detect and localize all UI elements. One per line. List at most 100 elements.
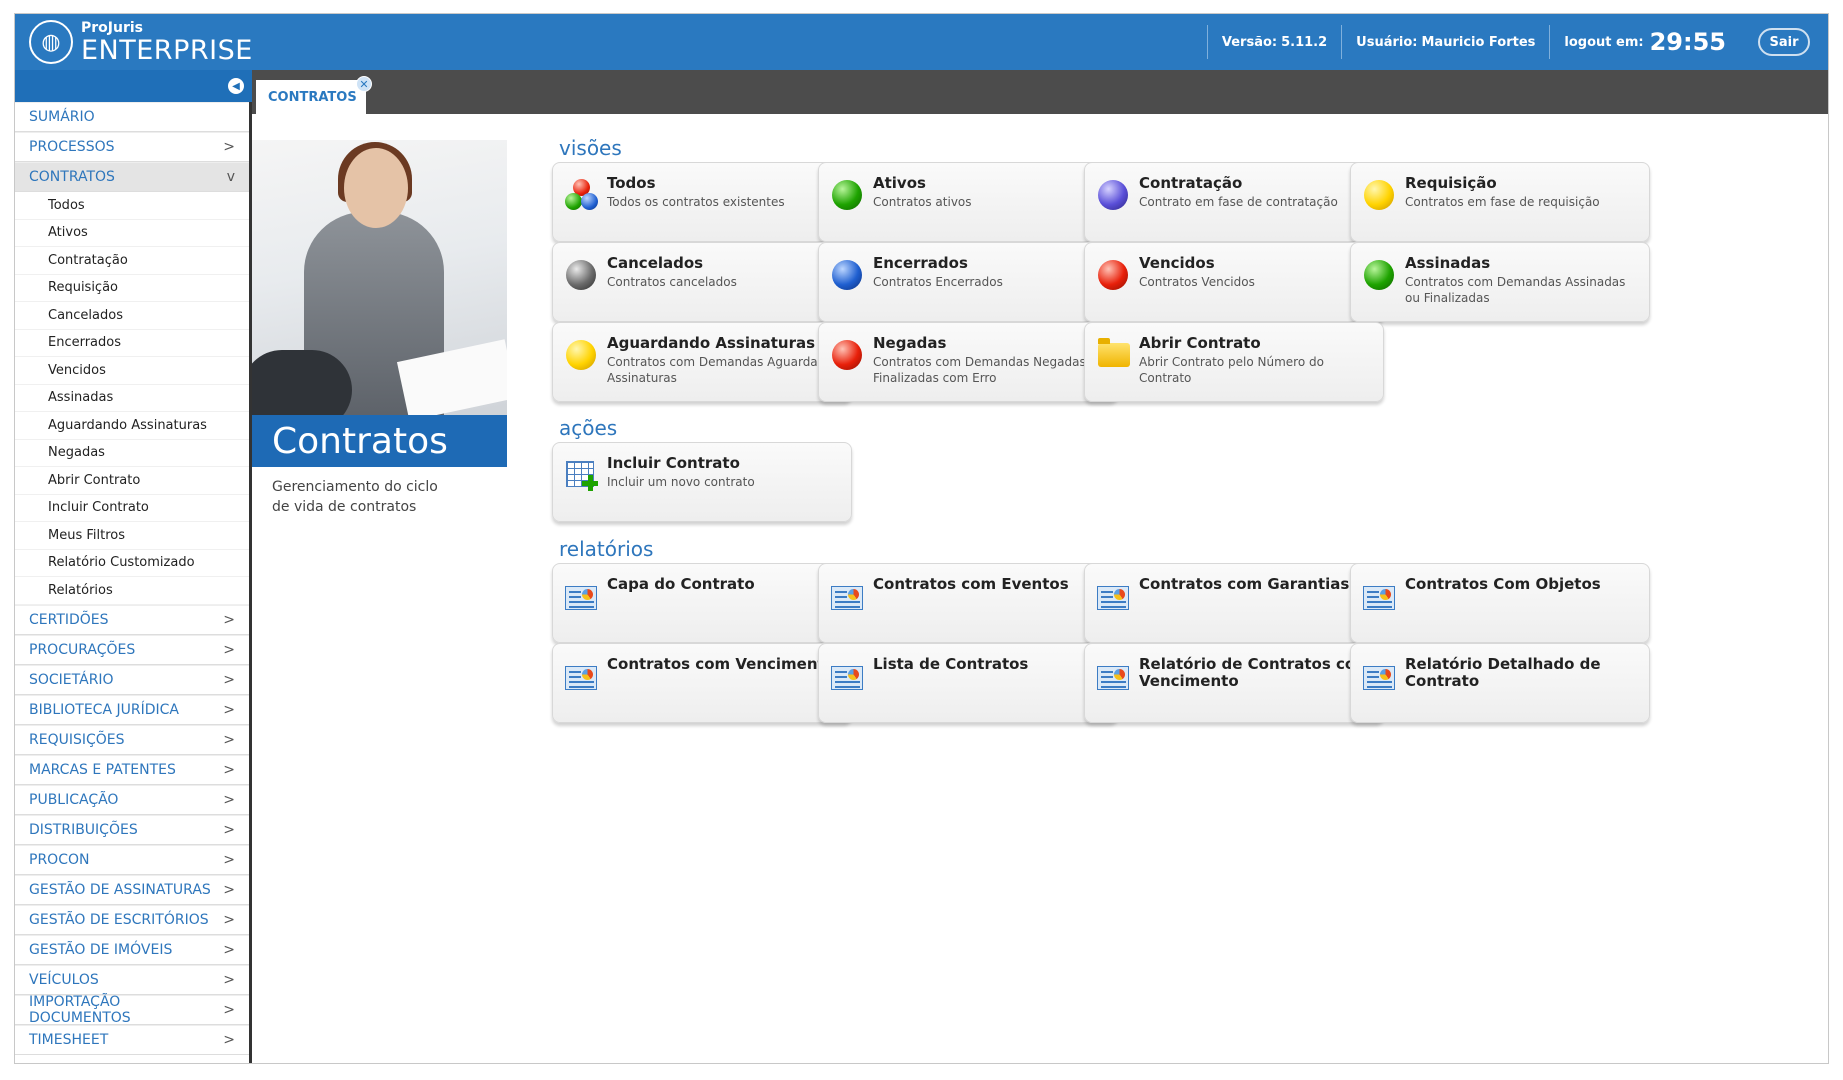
sidebar-section-label: DISTRIBUIÇÕES [29,821,138,838]
logo[interactable]: ◍ ProJuris ENTERPRISE [29,18,253,66]
card-title: Contratos com Eventos [873,575,1069,593]
sidebar-subitem[interactable]: Relatórios [15,577,249,605]
relatorios-card[interactable]: Lista de Contratos [818,643,1118,723]
sidebar-menu[interactable]: SUMÁRIO PROCESSOS > CONTRATOS v Todos Ativos Co… [15,102,252,1063]
relatorios-card[interactable]: Contratos com Garantias [1084,563,1384,643]
chevron-down-icon: v [226,169,235,185]
app-window: ◍ ProJuris ENTERPRISE Versão: 5.11.2 Usuá… [14,13,1829,1064]
visoes-card[interactable]: Negadas Contratos com Demandas Negadas ou… [818,322,1118,402]
sidebar-section-contratos[interactable]: CONTRATOS v [15,162,249,192]
sidebar-subitem[interactable]: Meus Filtros [15,522,249,550]
sidebar-section[interactable]: GESTÃO DE ESCRITÓRIOS > [15,904,249,935]
globe-logo-icon: ◍ [29,20,73,64]
blue-ball-icon [831,259,863,291]
sidebar-subitem[interactable]: Ativos [15,220,249,247]
visoes-card[interactable]: Cancelados Contratos cancelados [552,242,852,322]
sidebar-subitem[interactable]: Negadas [15,440,249,467]
sidebar-section[interactable]: GESTÃO DE ASSINATURAS > [15,874,249,905]
relatorios-card[interactable]: Relatório Detalhado de Contrato [1350,643,1650,723]
relatorios-card[interactable]: Contratos com Eventos [818,563,1118,643]
purple-ball-icon [1097,179,1129,211]
sidebar-section-label: CONTRATOS [29,169,115,185]
sidebar-section[interactable]: MARCAS E PATENTES > [15,754,249,785]
acoes-card[interactable]: Incluir Contrato Incluir um novo contrato [552,442,852,522]
sidebar-subitem[interactable]: Encerrados [15,330,249,357]
visoes-card[interactable]: Todos Todos os contratos existentes [552,162,852,242]
sidebar-section-label: REQUISIÇÕES [29,731,125,748]
visoes-card[interactable]: Encerrados Contratos Encerrados [818,242,1118,322]
card-description: Abrir Contrato pelo Número do Contrato [1139,355,1324,385]
chevron-right-icon: > [223,911,235,928]
card-description: Contratos com Demandas Aguardando Assina… [607,355,841,385]
sidebar-subitem[interactable]: Abrir Contrato [15,467,249,495]
yellow-ball-icon [1363,179,1395,211]
card-title: Contratos com Garantias [1139,575,1350,593]
sidebar-section[interactable]: CERTIDÕES > [15,604,249,635]
sidebar-subitem[interactable]: Vencidos [15,357,249,385]
visoes-card[interactable]: Vencidos Contratos Vencidos [1084,242,1384,322]
report-icon [831,660,863,692]
visoes-card[interactable]: Assinadas Contratos com Demandas Assinada… [1350,242,1650,322]
card-title: Contratos com Vencimento [607,655,835,673]
sidebar-subitem[interactable]: Cancelados [15,302,249,330]
sidebar-section[interactable]: GESTÃO DE IMÓVEIS > [15,934,249,965]
header-info: Versão: 5.11.2 Usuário: Mauricio Fortes lo… [1193,14,1828,70]
chevron-right-icon: > [223,941,235,958]
visoes-card[interactable]: Abrir Contrato Abrir Contrato pelo Número… [1084,322,1384,402]
sidebar-section[interactable]: BIBLIOTECA JURÍDICA > [15,694,249,725]
card-title: Contratação [1139,174,1243,192]
exit-button[interactable]: Sair [1758,28,1810,56]
sidebar-section-label: GESTÃO DE ASSINATURAS [29,881,211,898]
sidebar-section[interactable]: DISTRIBUIÇÕES > [15,814,249,845]
report-icon [565,660,597,692]
sidebar-section[interactable]: IMPORTAÇÃO DOCUMENTOS > [15,993,249,1026]
sidebar-subitem[interactable]: Relatório Customizado [15,550,249,577]
sidebar-section[interactable]: SUMÁRIO [15,102,249,132]
card-title: Ativos [873,174,926,192]
sidebar-subitem[interactable]: Aguardando Assinaturas [15,412,249,440]
sidebar-section[interactable]: PUBLICAÇÃO > [15,784,249,815]
card-title: Relatório de Contratos com Vencimento [1139,655,1371,690]
logout-timer: 29:55 [1649,28,1726,56]
sidebar-subitem[interactable]: Requisição [15,275,249,302]
sidebar-section[interactable]: TIMESHEET > [15,1024,249,1055]
card-title: Incluir Contrato [607,454,740,472]
visoes-card[interactable]: Requisição Contratos em fase de requisiçã… [1350,162,1650,242]
multi-color-balls-icon [565,179,598,211]
visoes-card[interactable]: Contratação Contrato em fase de contrataç… [1084,162,1384,242]
sidebar-subitem[interactable]: Incluir Contrato [15,495,249,522]
sidebar-section-label: SUMÁRIO [29,109,95,125]
card-description: Contratos Vencidos [1139,275,1255,289]
sidebar-subitem[interactable]: Contratação [15,247,249,275]
divider [1549,25,1551,59]
visoes-card[interactable]: Aguardando Assinaturas Contratos com Dema… [552,322,852,402]
sidebar-section[interactable]: REQUISIÇÕES > [15,724,249,755]
tab-contratos[interactable]: CONTRATOS ✕ [256,76,372,114]
sidebar-section[interactable]: SOCIETÁRIO > [15,664,249,695]
sidebar-section-label: IMPORTAÇÃO DOCUMENTOS [29,993,131,1026]
card-description: Contratos com Demandas Assinadas ou Fina… [1405,275,1626,305]
sidebar-section[interactable]: VEÍCULOS > [15,964,249,995]
collapse-sidebar-icon[interactable]: ◀ [228,78,244,94]
user-info: Usuário: Mauricio Fortes [1356,35,1535,50]
sidebar-section-label: SOCIETÁRIO [29,671,114,688]
relatorios-card[interactable]: Capa do Contrato [552,563,852,643]
sidebar-subitem[interactable]: Todos [15,192,249,220]
user-label: Usuário: [1356,34,1418,50]
sidebar-section-label: PUBLICAÇÃO [29,791,119,808]
logo-text: ProJuris ENTERPRISE [81,21,253,64]
yellow-ball-icon [565,339,597,371]
sidebar-section-label: BIBLIOTECA JURÍDICA [29,701,179,718]
sidebar-section[interactable]: PROCURAÇÕES > [15,634,249,665]
sidebar-section-label: MARCAS E PATENTES [29,761,176,778]
relatorios-card[interactable]: Contratos com Vencimento [552,643,852,723]
card-description: Contratos ativos [873,195,972,209]
sidebar-section[interactable]: PROCON > [15,844,249,875]
relatorios-card[interactable]: Relatório de Contratos com Vencimento [1084,643,1384,723]
sidebar-subitem[interactable]: Assinadas [15,385,249,412]
relatorios-card[interactable]: Contratos Com Objetos [1350,563,1650,643]
visoes-card[interactable]: Ativos Contratos ativos [818,162,1118,242]
sidebar-section[interactable]: PROCESSOS > [15,132,249,162]
report-icon [1097,660,1129,692]
close-tab-icon[interactable]: ✕ [356,76,372,92]
